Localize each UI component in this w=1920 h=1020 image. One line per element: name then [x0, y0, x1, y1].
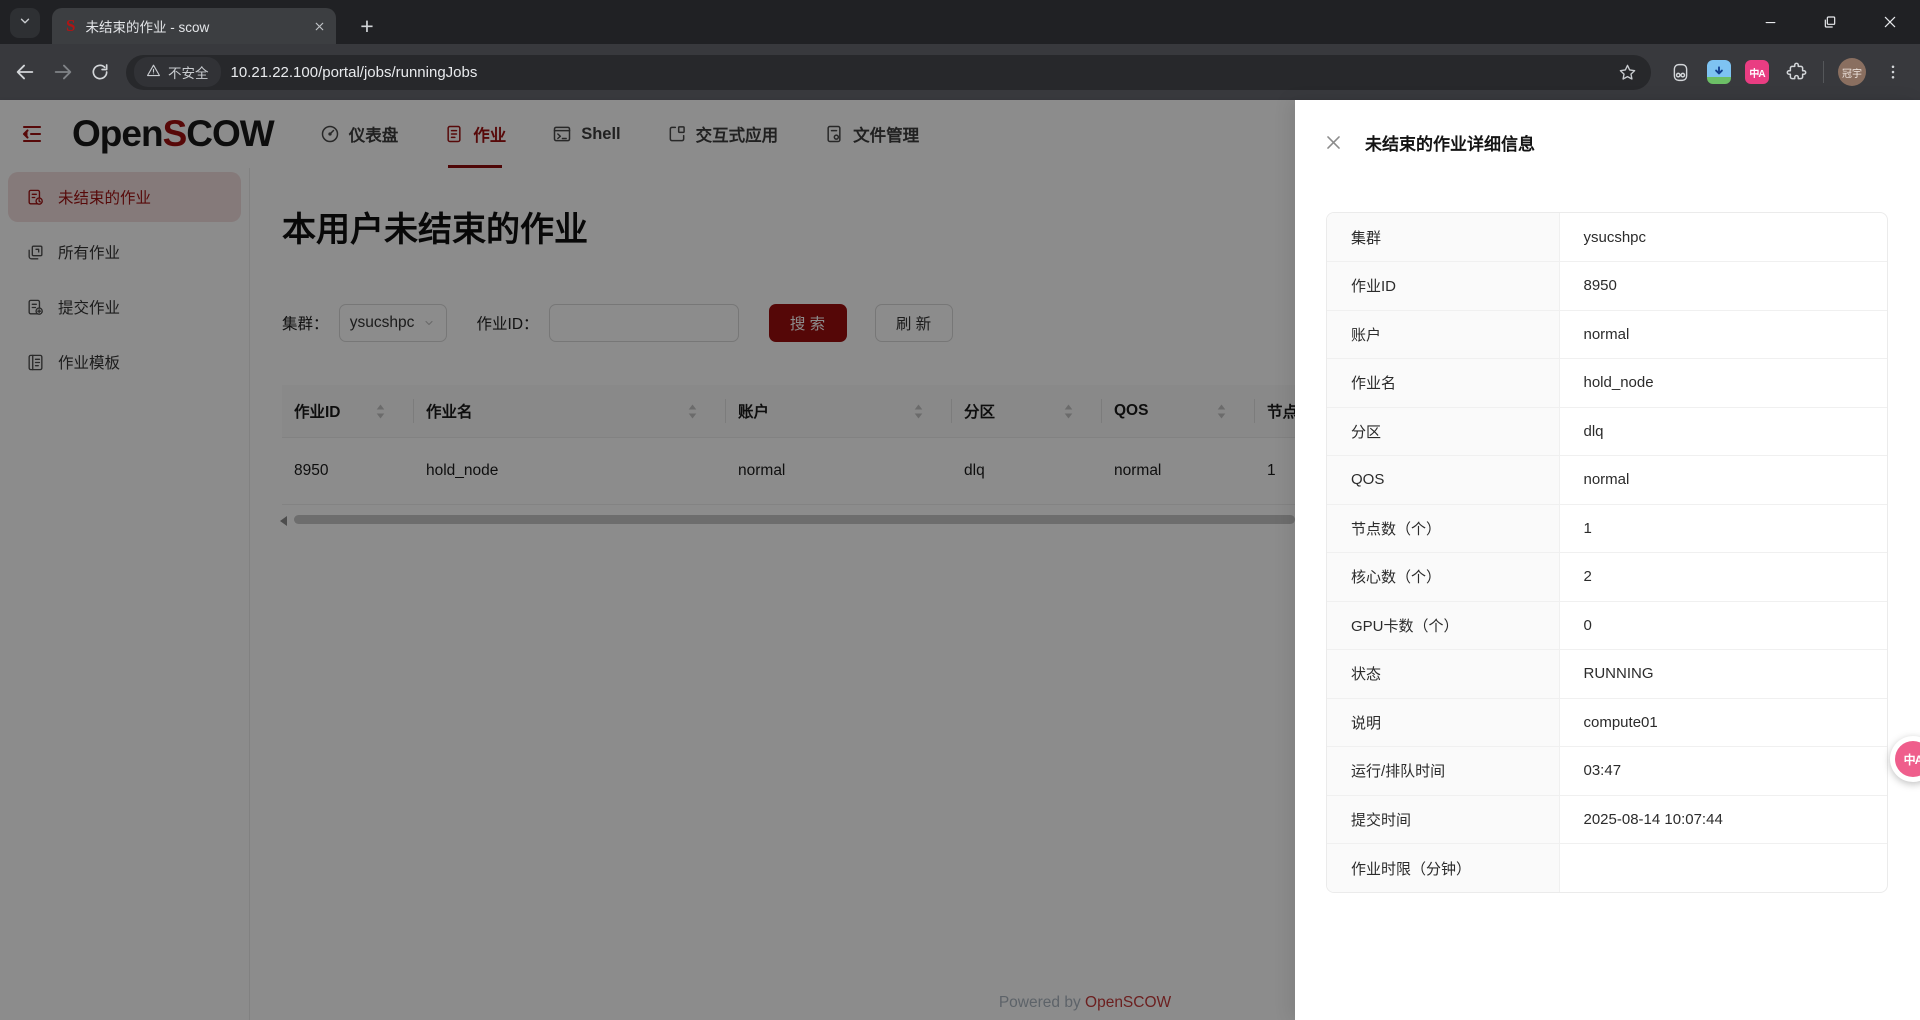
detail-label: 作业时限（分钟）	[1327, 844, 1559, 893]
detail-value: RUNNING	[1559, 650, 1887, 699]
detail-row: QOSnormal	[1327, 456, 1887, 505]
detail-value: compute01	[1559, 698, 1887, 747]
detail-label: QOS	[1327, 456, 1559, 505]
detail-label: 集群	[1327, 213, 1559, 262]
detail-value: ysucshpc	[1559, 213, 1887, 262]
detail-row: 说明compute01	[1327, 698, 1887, 747]
detail-value: 2	[1559, 553, 1887, 602]
window-minimize-button[interactable]	[1740, 0, 1800, 44]
address-bar[interactable]: 不安全 10.21.22.100/portal/jobs/runningJobs	[126, 55, 1651, 90]
drawer-header: 未结束的作业详细信息	[1295, 100, 1920, 184]
detail-row: 作业名hold_node	[1327, 359, 1887, 408]
detail-row: 作业ID8950	[1327, 262, 1887, 311]
detail-label: 节点数（个）	[1327, 504, 1559, 553]
site-favicon: S	[66, 16, 75, 36]
chevron-down-icon	[18, 14, 32, 33]
detail-value: normal	[1559, 310, 1887, 359]
tab-close-icon[interactable]	[313, 20, 326, 33]
detail-row: 账户normal	[1327, 310, 1887, 359]
detail-label: 核心数（个）	[1327, 553, 1559, 602]
detail-row: 提交时间2025-08-14 10:07:44	[1327, 795, 1887, 844]
detail-row: 核心数（个）2	[1327, 553, 1887, 602]
translate-icon: 中A	[1895, 741, 1920, 777]
reload-button[interactable]	[90, 62, 110, 82]
job-detail-drawer: 未结束的作业详细信息 集群ysucshpc 作业ID8950 账户normal …	[1295, 100, 1920, 1020]
drawer-close-icon[interactable]	[1324, 133, 1343, 152]
window-controls	[1740, 0, 1920, 44]
job-detail-table: 集群ysucshpc 作业ID8950 账户normal 作业名hold_nod…	[1326, 212, 1888, 893]
detail-label: 作业ID	[1327, 262, 1559, 311]
security-warning-icon	[146, 63, 161, 81]
detail-label: GPU卡数（个）	[1327, 601, 1559, 650]
window-restore-button[interactable]	[1800, 0, 1860, 44]
forward-button[interactable]	[52, 61, 74, 83]
toolbar-divider	[1823, 61, 1824, 83]
translate-extension-icon[interactable]: 中A	[1745, 60, 1769, 84]
detail-label: 运行/排队时间	[1327, 747, 1559, 796]
security-chip[interactable]: 不安全	[134, 57, 221, 87]
extensions-puzzle-icon[interactable]	[1783, 59, 1809, 85]
detail-label: 说明	[1327, 698, 1559, 747]
tab-title: 未结束的作业 - scow	[85, 16, 303, 36]
detail-row: 分区dlq	[1327, 407, 1887, 456]
browser-menu-kebab-icon[interactable]	[1880, 59, 1906, 85]
detail-value	[1559, 844, 1887, 893]
goggles-extension-icon[interactable]	[1667, 59, 1693, 85]
back-button[interactable]	[14, 61, 36, 83]
detail-value: normal	[1559, 456, 1887, 505]
bookmark-star-icon[interactable]	[1610, 63, 1645, 82]
app-area: OpenSCOW 仪表盘 作业	[0, 100, 1920, 1020]
detail-label: 状态	[1327, 650, 1559, 699]
browser-tab-strip: S 未结束的作业 - scow +	[0, 0, 1920, 44]
window-close-button[interactable]	[1860, 0, 1920, 44]
detail-row: GPU卡数（个）0	[1327, 601, 1887, 650]
detail-label: 作业名	[1327, 359, 1559, 408]
screen: S 未结束的作业 - scow +	[0, 0, 1920, 1020]
detail-row: 作业时限（分钟）	[1327, 844, 1887, 893]
profile-avatar[interactable]: 冠宇	[1838, 58, 1866, 86]
detail-row: 集群ysucshpc	[1327, 213, 1887, 262]
extension-row: 中A 冠宇	[1667, 58, 1906, 86]
browser-toolbar: 不安全 10.21.22.100/portal/jobs/runningJobs…	[0, 44, 1920, 100]
detail-value: 1	[1559, 504, 1887, 553]
detail-row: 节点数（个）1	[1327, 504, 1887, 553]
detail-row: 状态RUNNING	[1327, 650, 1887, 699]
detail-value: dlq	[1559, 407, 1887, 456]
detail-label: 分区	[1327, 407, 1559, 456]
browser-tab[interactable]: S 未结束的作业 - scow	[52, 8, 336, 44]
detail-label: 提交时间	[1327, 795, 1559, 844]
security-label: 不安全	[168, 62, 209, 82]
new-tab-button[interactable]: +	[352, 11, 382, 41]
detail-value: hold_node	[1559, 359, 1887, 408]
tab-search-button[interactable]	[10, 8, 40, 38]
detail-value: 8950	[1559, 262, 1887, 311]
detail-value: 03:47	[1559, 747, 1887, 796]
detail-value: 0	[1559, 601, 1887, 650]
detail-value: 2025-08-14 10:07:44	[1559, 795, 1887, 844]
url-text[interactable]: 10.21.22.100/portal/jobs/runningJobs	[231, 64, 1601, 81]
detail-row: 运行/排队时间03:47	[1327, 747, 1887, 796]
download-extension-icon[interactable]	[1707, 60, 1731, 84]
detail-label: 账户	[1327, 310, 1559, 359]
drawer-title: 未结束的作业详细信息	[1365, 130, 1535, 155]
